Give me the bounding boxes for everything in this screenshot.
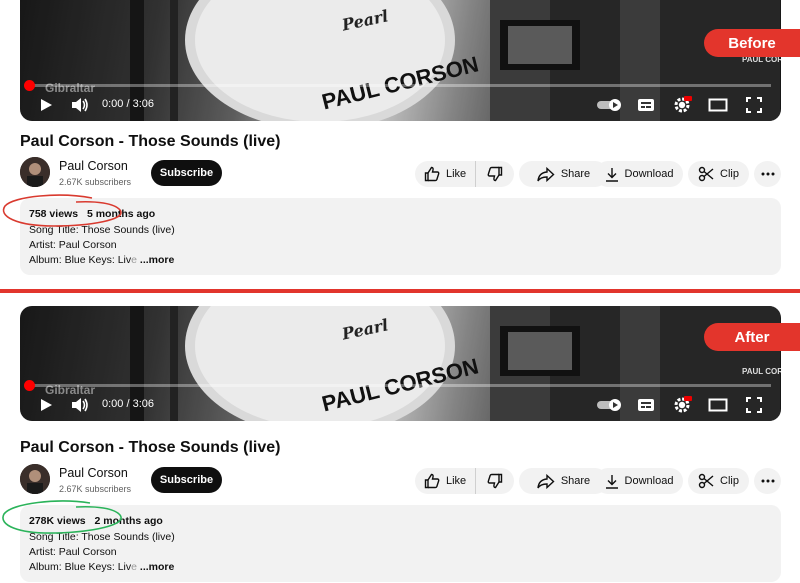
clip-button[interactable]: Clip: [688, 161, 749, 187]
channel-name[interactable]: Paul Corson: [59, 159, 128, 173]
subscriber-count: 2.67K subscribers: [59, 177, 132, 187]
album-text: Album: Blue Keys: Liv: [29, 254, 132, 266]
channel-row: Paul Corson 2.67K subscribers Subscribe …: [20, 157, 781, 191]
more-options-button[interactable]: [754, 161, 781, 187]
like-icon: [424, 166, 440, 182]
like-dislike-group: Like: [415, 468, 514, 494]
album-text: Album: Blue Keys: Liv: [29, 561, 132, 573]
dislike-icon: [487, 166, 503, 182]
watermark-text: PAUL CORSON: [742, 367, 781, 376]
video-player[interactable]: Pearl PAUL CORSON Gibraltar PAUL CORSON …: [20, 0, 781, 121]
like-label: Like: [446, 168, 467, 180]
video-player[interactable]: Pearl PAUL CORSON Gibraltar PAUL CORSON …: [20, 306, 781, 421]
autoplay-toggle-icon[interactable]: [596, 93, 624, 117]
view-count: 758 views: [29, 208, 79, 220]
play-icon[interactable]: [34, 393, 58, 417]
clip-label: Clip: [720, 168, 739, 180]
time-display: 0:00 / 3:06: [102, 398, 154, 410]
subscribe-button[interactable]: Subscribe: [151, 467, 222, 493]
description-artist: Artist: Paul Corson: [29, 546, 117, 558]
fullscreen-icon[interactable]: [742, 93, 766, 117]
after-panel: Pearl PAUL CORSON Gibraltar PAUL CORSON …: [0, 293, 800, 583]
theater-mode-icon[interactable]: [706, 393, 730, 417]
more-options-icon: [761, 172, 774, 176]
view-count: 278K views: [29, 515, 86, 527]
clip-icon: [698, 473, 714, 489]
before-panel: Pearl PAUL CORSON Gibraltar PAUL CORSON …: [0, 0, 800, 290]
download-icon: [605, 474, 618, 489]
album-text-faded: e: [131, 254, 137, 266]
subtitles-icon[interactable]: [634, 393, 658, 417]
share-label: Share: [560, 475, 591, 487]
subtitles-icon[interactable]: [634, 93, 658, 117]
more-options-icon: [761, 479, 774, 483]
dislike-icon: [487, 473, 503, 489]
album-text-faded: e: [131, 561, 137, 573]
progress-bar[interactable]: [28, 84, 771, 87]
description-box[interactable]: 278K views 2 months ago Song Title: Thos…: [20, 505, 781, 582]
download-icon: [605, 167, 618, 182]
like-button[interactable]: Like: [415, 468, 476, 494]
progress-bar[interactable]: [28, 384, 771, 387]
settings-icon[interactable]: [670, 93, 694, 117]
avatar[interactable]: [20, 464, 50, 494]
more-options-button[interactable]: [754, 468, 781, 494]
dislike-button[interactable]: [476, 161, 514, 187]
volume-icon[interactable]: [68, 93, 92, 117]
player-controls: 0:00 / 3:06: [20, 89, 781, 121]
autoplay-toggle-icon[interactable]: [596, 393, 624, 417]
after-badge: After: [704, 323, 800, 351]
hd-badge-icon: [684, 396, 692, 401]
upload-age: 5 months ago: [86, 208, 156, 220]
upload-age: 2 months ago: [94, 515, 163, 527]
description-album: Album: Blue Keys: Live ...more: [29, 254, 174, 266]
player-controls: 0:00 / 3:06: [20, 389, 781, 421]
clip-label: Clip: [720, 475, 739, 487]
description-artist: Artist: Paul Corson: [29, 239, 117, 251]
description-album: Album: Blue Keys: Live ...more: [29, 561, 174, 573]
download-label: Download: [624, 168, 674, 180]
share-label: Share: [560, 168, 591, 180]
like-dislike-group: Like: [415, 161, 514, 187]
view-stats: 758 views 5 months ago: [29, 208, 155, 220]
download-button[interactable]: Download: [595, 468, 683, 494]
dislike-button[interactable]: [476, 468, 514, 494]
subscriber-count: 2.67K subscribers: [59, 484, 132, 494]
hd-badge-icon: [684, 96, 692, 101]
video-title: Paul Corson - Those Sounds (live): [20, 439, 281, 456]
settings-icon[interactable]: [670, 393, 694, 417]
fullscreen-icon[interactable]: [742, 393, 766, 417]
description-song-title: Song Title: Those Sounds (live): [29, 531, 175, 543]
volume-icon[interactable]: [68, 393, 92, 417]
description-song-title: Song Title: Those Sounds (live): [29, 224, 175, 236]
channel-row: Paul Corson 2.67K subscribers Subscribe …: [20, 464, 781, 498]
show-more-link[interactable]: ...more: [140, 561, 174, 573]
time-display: 0:00 / 3:06: [102, 98, 154, 110]
before-badge: Before: [704, 29, 800, 57]
like-label: Like: [446, 475, 467, 487]
play-icon[interactable]: [34, 93, 58, 117]
theater-mode-icon[interactable]: [706, 93, 730, 117]
subscribe-button[interactable]: Subscribe: [151, 160, 222, 186]
download-button[interactable]: Download: [595, 161, 683, 187]
share-icon: [537, 166, 555, 182]
clip-button[interactable]: Clip: [688, 468, 749, 494]
avatar[interactable]: [20, 157, 50, 187]
video-title: Paul Corson - Those Sounds (live): [20, 133, 281, 150]
share-icon: [537, 473, 555, 489]
like-button[interactable]: Like: [415, 161, 476, 187]
like-icon: [424, 473, 440, 489]
view-stats: 278K views 2 months ago: [29, 515, 163, 527]
description-box[interactable]: 758 views 5 months ago Song Title: Those…: [20, 198, 781, 275]
channel-name[interactable]: Paul Corson: [59, 466, 128, 480]
download-label: Download: [624, 475, 674, 487]
clip-icon: [698, 166, 714, 182]
show-more-link[interactable]: ...more: [140, 254, 174, 266]
